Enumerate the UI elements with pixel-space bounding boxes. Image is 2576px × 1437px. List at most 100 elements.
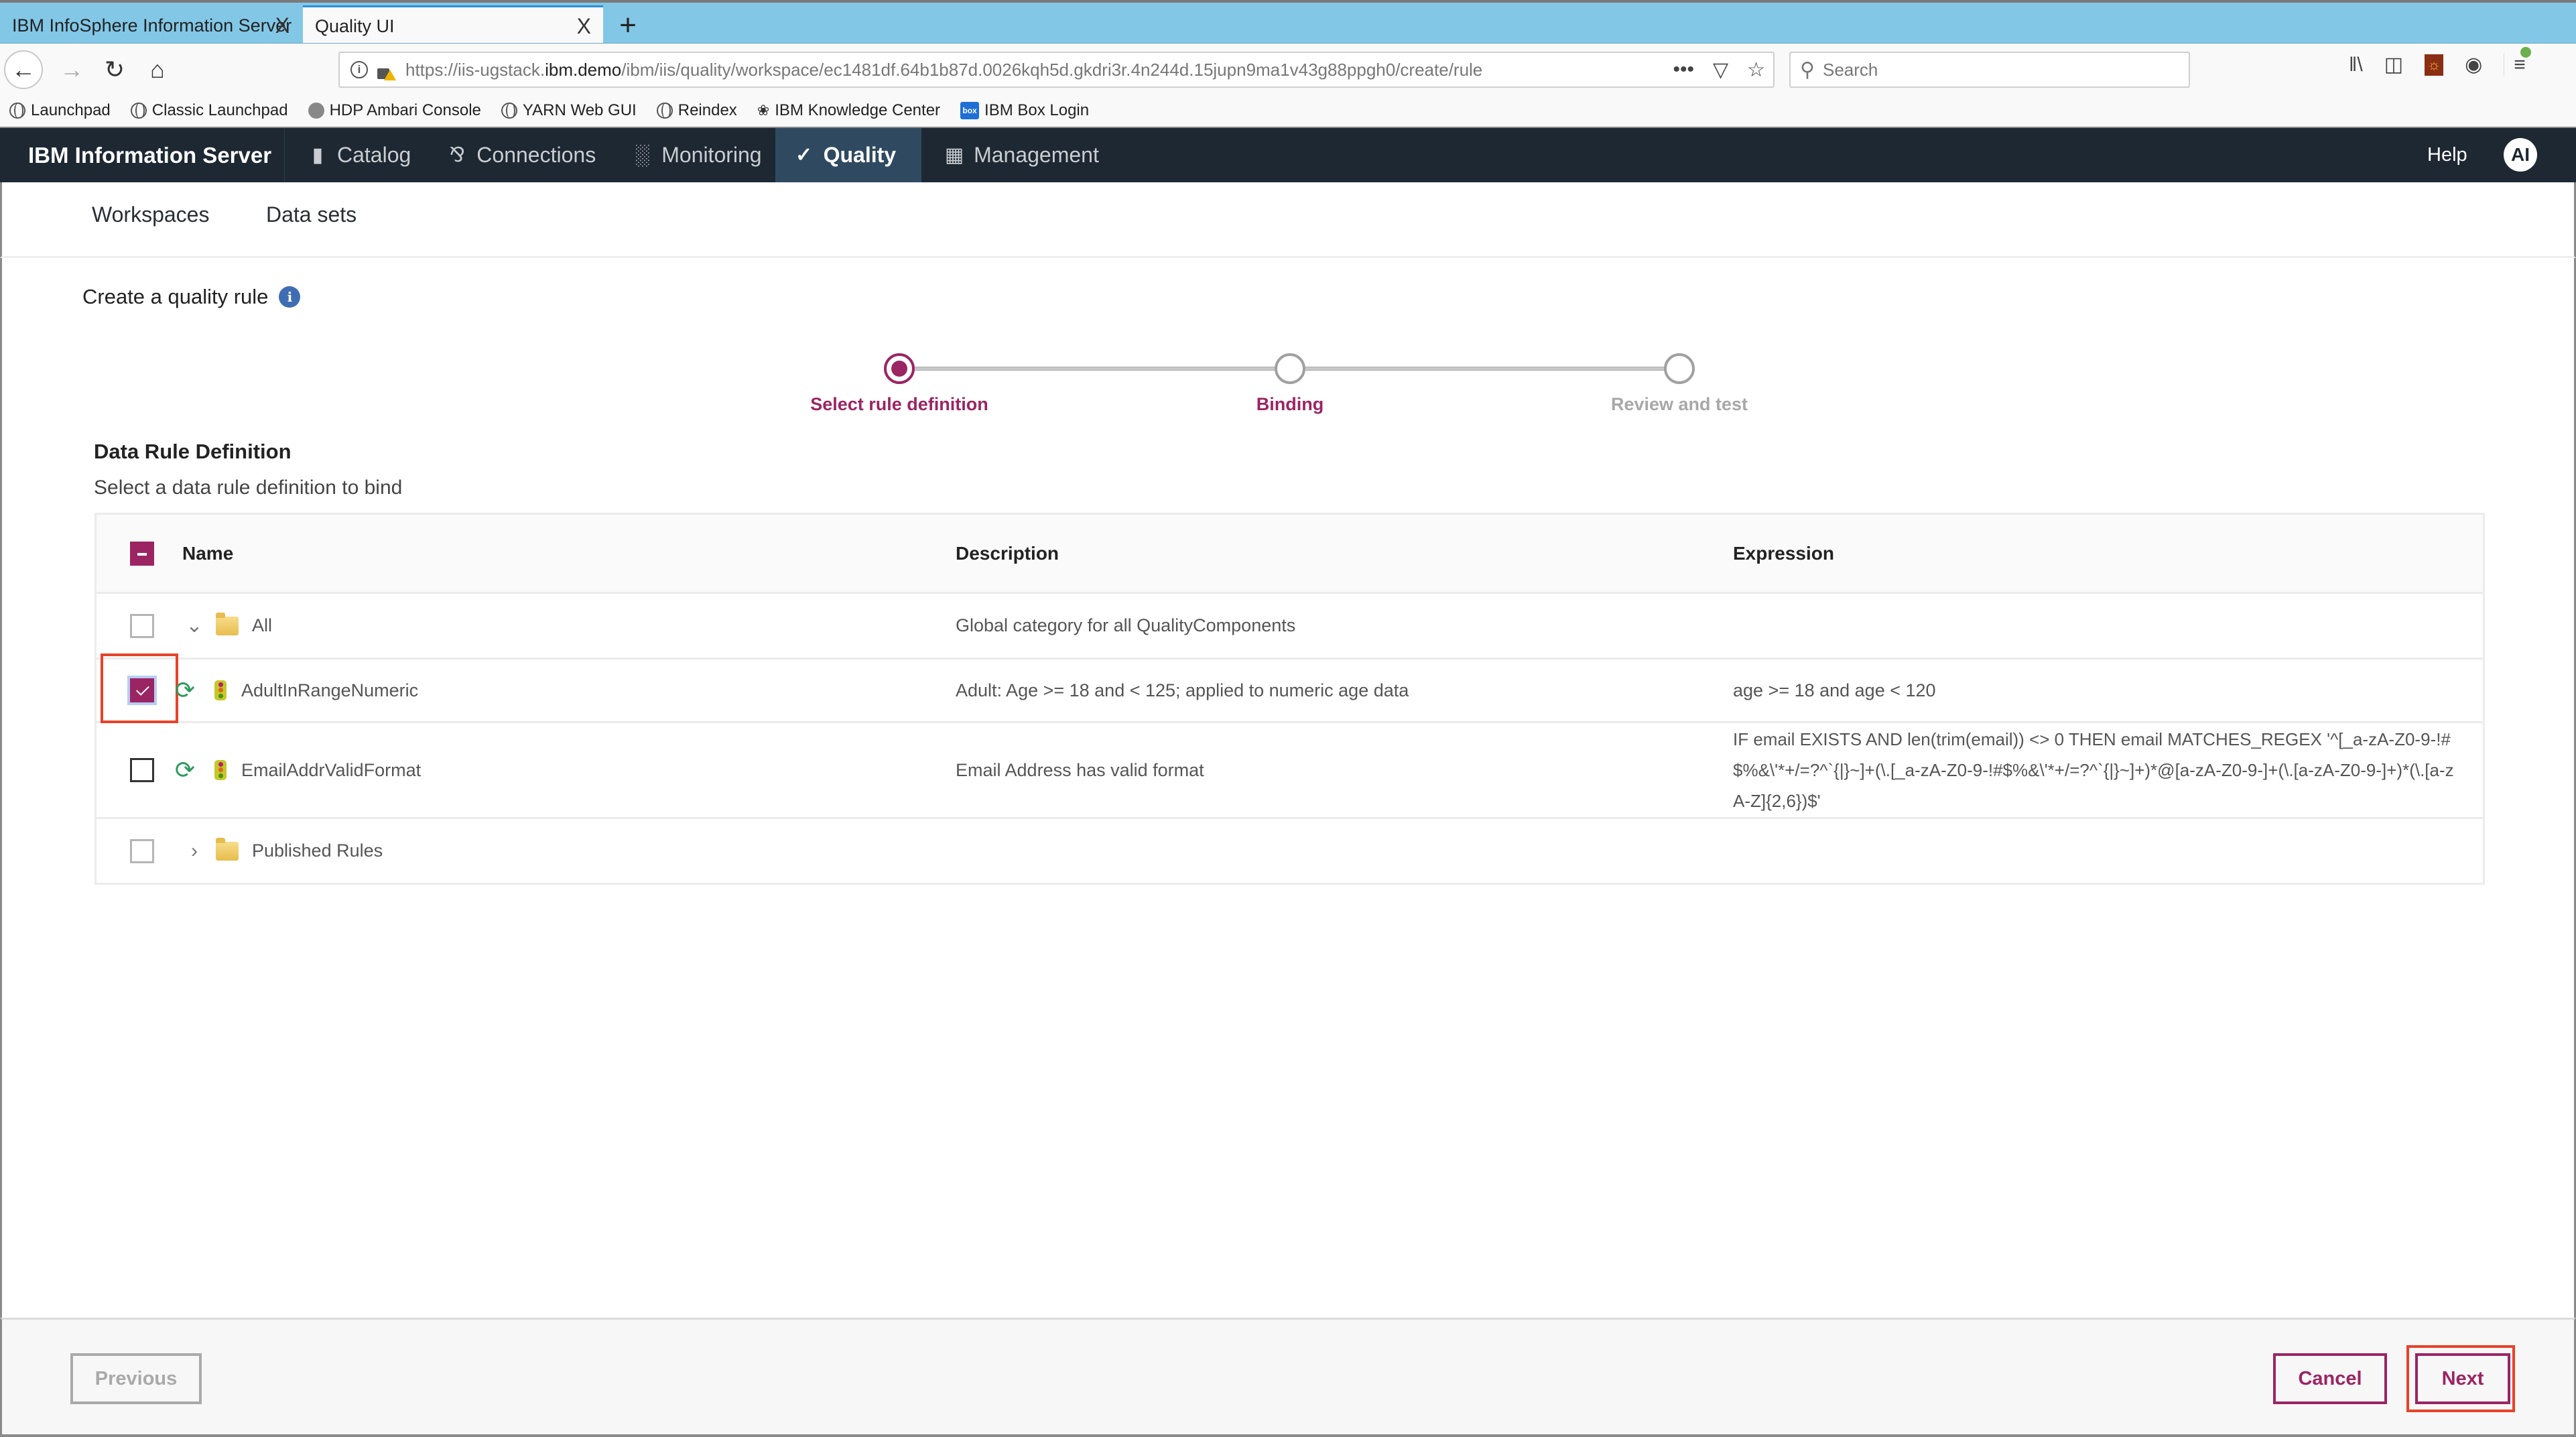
table-row[interactable]: ⟳ AdultInRangeNumeric Adult: Age >= 18 a… [96,653,2483,723]
row-name[interactable]: AdultInRangeNumeric [241,680,418,701]
extension-icon[interactable]: ☼ [2425,54,2444,76]
url-text[interactable]: https://iis-ugstack.ibm.demo/ibm/iis/qua… [405,60,1482,80]
sync-icon: ⟳ [174,676,196,704]
bookmark-classic-launchpad[interactable]: Classic Launchpad [130,101,288,120]
column-header-description[interactable]: Description [956,543,1059,564]
home-icon: ⌂ [150,56,165,83]
row-checkbox[interactable] [130,838,154,863]
table-header: Name Description Expression [96,515,2483,594]
nav-connections[interactable]: ⅋ Connections [424,128,609,182]
page-actions-icon[interactable]: ••• [1673,58,1695,81]
bookmark-hdp-ambari[interactable]: HDP Ambari Console [308,101,481,120]
back-button[interactable]: ← [4,50,43,89]
subnav-data-sets[interactable]: Data sets [266,202,357,227]
new-tab-button[interactable]: + [611,5,645,46]
forward-button[interactable]: → [52,50,91,89]
row-name[interactable]: All [252,615,272,636]
wizard-footer: Previous Cancel Next [0,1318,2576,1437]
traffic-light-icon [214,680,227,700]
catalog-icon: ▮ [312,144,324,166]
close-icon[interactable]: X [577,14,591,39]
browser-search-input[interactable]: ⚲ Search [1789,52,2190,88]
chevron-down-icon[interactable]: ⌄ [181,614,208,637]
update-available-icon [2520,46,2531,58]
bookmarks-bar: Launchpad Classic Launchpad HDP Ambari C… [0,94,2576,127]
pocket-icon[interactable]: ▽ [1713,58,1728,82]
bookmark-box-login[interactable]: box IBM Box Login [960,101,1089,120]
folder-icon [216,837,239,861]
arrow-right-icon: → [60,56,84,83]
step-dot-select-rule[interactable] [884,353,915,384]
nav-monitoring[interactable]: ░ Monitoring [609,128,775,182]
sidebar-icon[interactable]: ◫ [2384,53,2403,76]
table-row[interactable]: › Published Rules [96,819,2483,883]
calendar-icon: ▦ [944,144,964,166]
address-bar[interactable]: i https://iis-ugstack.ibm.demo/ibm/iis/q… [338,52,1775,88]
connections-icon: ⅋ [449,144,465,166]
browser-tab-infosphere[interactable]: IBM InfoSphere Information Server X [0,5,302,46]
main-content: Create a quality rule i Select rule defi… [0,258,2576,1318]
row-name[interactable]: Published Rules [252,840,383,861]
sub-nav: Workspaces Data sets [0,182,2576,258]
select-all-checkbox[interactable] [130,541,154,566]
site-info-icon[interactable]: i [350,61,368,78]
close-icon[interactable]: X [275,13,289,38]
section-title: Data Rule Definition [94,440,292,463]
bookmark-star-icon[interactable]: ☆ [1747,58,1765,82]
nav-quality[interactable]: ✓ Quality [775,128,922,182]
bee-icon: ❀ [757,101,770,119]
row-expression: IF email EXISTS AND len(trim(email)) <> … [1733,729,2454,811]
next-button[interactable]: Next [2415,1353,2510,1404]
row-description: Email Address has valid format [956,759,1204,780]
traffic-light-icon [214,760,227,780]
row-checkbox[interactable] [130,678,154,702]
browser-toolbar: ← → ↻ ⌂ i https://iis-ugstack.ibm.demo/i… [0,43,2576,94]
nav-catalog[interactable]: ▮ Catalog [285,128,424,182]
step-label-select-rule[interactable]: Select rule definition [732,394,1067,415]
row-description: Adult: Age >= 18 and < 125; applied to n… [956,680,1409,700]
tab-title: Quality UI [315,16,395,36]
browser-tab-quality-ui[interactable]: Quality UI X [303,5,603,46]
bookmark-knowledge-center[interactable]: ❀ IBM Knowledge Center [757,101,940,120]
monitoring-icon: ░ [635,143,649,166]
table-row[interactable]: ⟳ EmailAddrValidFormat Email Address has… [96,723,2483,819]
previous-button[interactable]: Previous [70,1353,202,1404]
browser-tab-bar: IBM InfoSphere Information Server X Qual… [0,0,2576,46]
column-header-expression[interactable]: Expression [1733,543,1834,564]
reload-icon: ↻ [104,56,125,83]
bookmark-launchpad[interactable]: Launchpad [9,101,111,120]
section-subtitle: Select a data rule definition to bind [94,477,403,499]
step-dot-review[interactable] [1664,353,1695,384]
step-label-review[interactable]: Review and test [1512,394,1847,415]
cancel-button[interactable]: Cancel [2273,1353,2387,1404]
folder-icon [216,612,239,635]
home-button[interactable]: ⌂ [138,50,177,89]
step-connector [915,367,1275,371]
row-name[interactable]: EmailAddrValidFormat [241,760,421,781]
bookmark-reindex[interactable]: Reindex [656,101,737,120]
brand-logo[interactable]: IBM Information Server [0,128,285,182]
step-dot-binding[interactable] [1275,353,1305,384]
help-link[interactable]: Help [2427,128,2467,182]
user-avatar[interactable]: AI [2504,138,2537,172]
ambari-icon [308,102,324,119]
wizard-stepper: Select rule definition Binding Review an… [2,258,2576,432]
column-header-name[interactable]: Name [182,543,233,564]
row-checkbox[interactable] [130,758,154,782]
library-icon[interactable]: ‖\ [2349,54,2363,76]
reload-button[interactable]: ↻ [95,50,134,89]
step-label-binding[interactable]: Binding [1122,394,1458,415]
app-nav: ▮ Catalog ⅋ Connections ░ Monitoring ✓ Quali… [285,128,1112,182]
globe-icon [130,102,147,119]
account-icon[interactable]: ◉ [2465,53,2482,76]
row-checkbox[interactable] [130,613,154,638]
bookmark-yarn[interactable]: YARN Web GUI [501,101,637,120]
nav-management[interactable]: ▦ Management [921,128,1112,182]
chevron-right-icon[interactable]: › [181,840,208,863]
step-connector [1305,367,1664,371]
table-row[interactable]: ⌄ All Global category for all QualityCom… [96,594,2483,660]
insecure-lock-icon[interactable] [376,60,396,80]
subnav-workspaces[interactable]: Workspaces [92,202,209,227]
hamburger-menu-icon[interactable]: ≡ [2504,46,2531,76]
row-expression: age >= 18 and age < 120 [1733,680,1936,700]
